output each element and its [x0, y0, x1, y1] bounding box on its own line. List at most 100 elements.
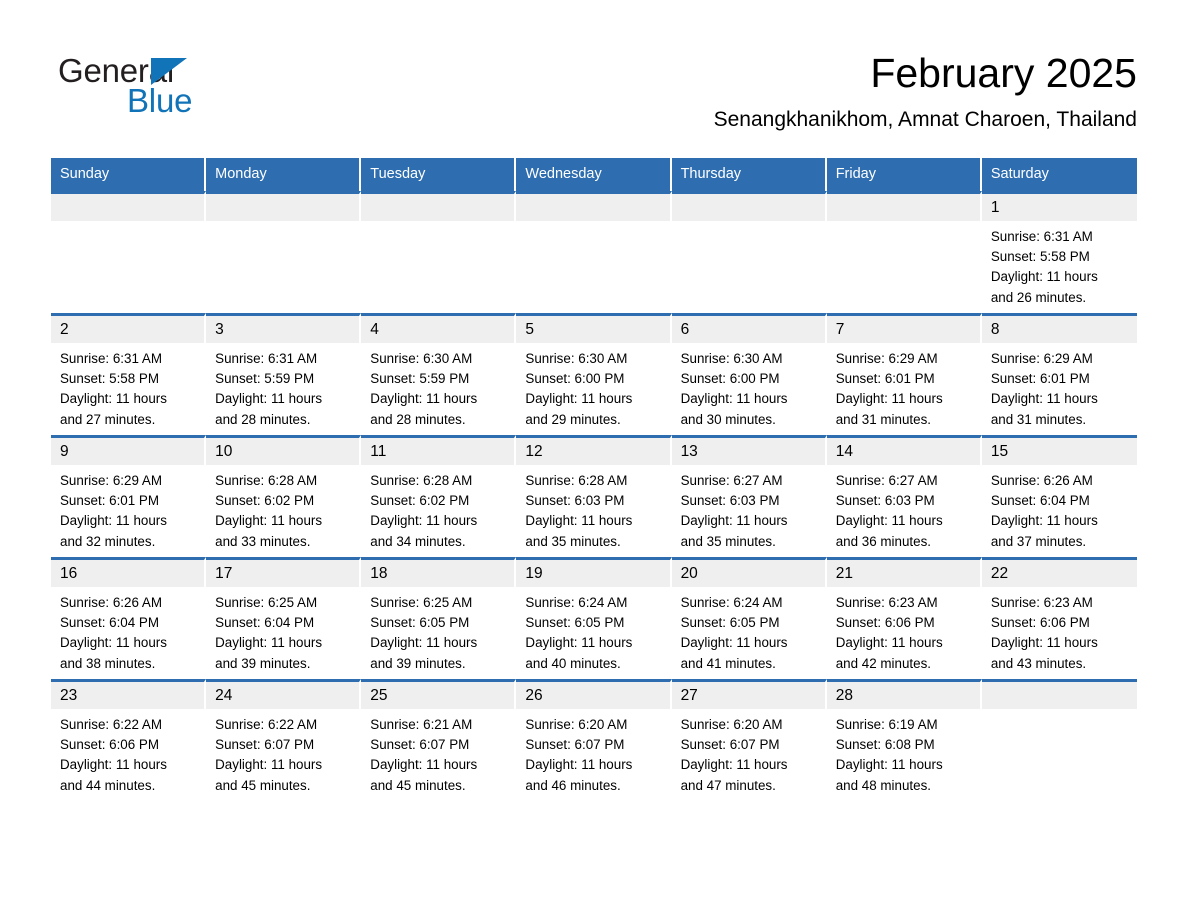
daylight-duration-line1: Daylight: 11 hours — [680, 757, 788, 773]
calendar-cell-day[interactable]: 14 Sunrise: 6:27 AM Sunset: 6:03 PM Dayligh… — [826, 435, 982, 557]
day-number: 5 — [525, 320, 535, 338]
calendar-cell-day[interactable]: 21 Sunrise: 6:23 AM Sunset: 6:06 PM Dayligh… — [826, 557, 982, 679]
calendar-week-row: 1 Sunrise: 6:31 AM Sunset: 5:58 PM Daylight… — [51, 191, 1137, 313]
calendar-cell-day[interactable]: 28 Sunrise: 6:19 AM Sunset: 6:08 PM Dayligh… — [826, 679, 982, 801]
calendar-cell-day[interactable]: 24 Sunrise: 6:22 AM Sunset: 6:07 PM Dayligh… — [206, 679, 362, 801]
calendar-cell-day[interactable]: 10 Sunrise: 6:28 AM Sunset: 6:02 PM Dayligh… — [206, 435, 362, 557]
calendar-cell-day[interactable]: 22 Sunrise: 6:23 AM Sunset: 6:06 PM Dayligh… — [981, 557, 1137, 679]
daylight-duration-line2: and 27 minutes. — [60, 411, 156, 427]
daylight-duration-line2: and 45 minutes. — [370, 777, 466, 793]
sunrise-time: Sunrise: 6:20 AM — [680, 717, 783, 732]
sunset-time: Sunset: 6:05 PM — [680, 615, 780, 631]
day-number-band: 3 — [206, 316, 360, 343]
day-details: Sunrise: 6:25 AM Sunset: 6:04 PM Daylight:… — [206, 587, 359, 674]
day-details: Sunrise: 6:25 AM Sunset: 6:05 PM Daylight:… — [361, 587, 514, 674]
sunset-time: Sunset: 6:04 PM — [60, 615, 159, 631]
calendar-cell-day[interactable]: 3 Sunrise: 6:31 AM Sunset: 5:59 PM Daylight… — [206, 313, 362, 435]
daylight-duration-line1: Daylight: 11 hours — [370, 635, 478, 651]
calendar-cell-empty — [981, 679, 1137, 801]
daylight-duration-line2: and 40 minutes. — [525, 655, 621, 671]
calendar-cell-day[interactable]: 8 Sunrise: 6:29 AM Sunset: 6:01 PM Daylight… — [981, 313, 1137, 435]
daylight-duration-line1: Daylight: 11 hours — [990, 391, 1098, 407]
daylight-duration-line1: Daylight: 11 hours — [990, 269, 1098, 285]
calendar-cell-day[interactable]: 7 Sunrise: 6:29 AM Sunset: 6:01 PM Daylight… — [826, 313, 982, 435]
calendar-cell-day[interactable]: 26 Sunrise: 6:20 AM Sunset: 6:07 PM Dayligh… — [516, 679, 672, 801]
calendar-cell-day[interactable]: 18 Sunrise: 6:25 AM Sunset: 6:05 PM Dayligh… — [361, 557, 517, 679]
calendar-cell-day[interactable]: 23 Sunrise: 6:22 AM Sunset: 6:06 PM Dayligh… — [51, 679, 207, 801]
calendar-cell-day[interactable]: 20 Sunrise: 6:24 AM Sunset: 6:05 PM Dayligh… — [671, 557, 827, 679]
day-details: Sunrise: 6:20 AM Sunset: 6:07 PM Daylight:… — [672, 709, 825, 796]
daylight-duration-line2: and 35 minutes. — [525, 533, 621, 549]
calendar-header-row: Sunday Monday Tuesday Wednesday Thursday… — [51, 158, 1137, 191]
daylight-duration-line2: and 43 minutes. — [990, 655, 1087, 671]
day-number-band — [206, 194, 360, 221]
calendar-cell-day[interactable]: 13 Sunrise: 6:27 AM Sunset: 6:03 PM Dayligh… — [671, 435, 827, 557]
sunrise-time: Sunrise: 6:23 AM — [990, 595, 1093, 610]
generalblue-logo[interactable]: General Blue — [58, 52, 358, 122]
sunrise-time: Sunrise: 6:21 AM — [370, 717, 473, 732]
calendar-cell-day[interactable]: 6 Sunrise: 6:30 AM Sunset: 6:00 PM Daylight… — [671, 313, 827, 435]
day-number: 28 — [835, 686, 853, 704]
calendar-week-row: 16 Sunrise: 6:26 AM Sunset: 6:04 PM Dayligh… — [51, 557, 1137, 679]
daylight-duration-line2: and 37 minutes. — [990, 533, 1087, 549]
calendar-cell-day[interactable]: 25 Sunrise: 6:21 AM Sunset: 6:07 PM Dayligh… — [361, 679, 517, 801]
sunset-time: Sunset: 6:02 PM — [370, 493, 470, 509]
calendar-week-row: 9 Sunrise: 6:29 AM Sunset: 6:01 PM Daylight… — [51, 435, 1137, 557]
calendar-cell-empty — [361, 191, 517, 313]
day-number-band: 16 — [51, 560, 205, 587]
page-header: General Blue February 2025 Senangkhanikh… — [0, 0, 1188, 152]
day-details: Sunrise: 6:28 AM Sunset: 6:02 PM Daylight:… — [206, 465, 359, 552]
daylight-duration-line2: and 47 minutes. — [680, 777, 776, 793]
calendar-cell-empty — [826, 191, 982, 313]
calendar-cell-day[interactable]: 27 Sunrise: 6:20 AM Sunset: 6:07 PM Dayligh… — [671, 679, 827, 801]
daylight-duration-line1: Daylight: 11 hours — [215, 635, 323, 651]
sunrise-time: Sunrise: 6:25 AM — [215, 595, 318, 610]
day-number: 17 — [215, 564, 233, 582]
daylight-duration-line1: Daylight: 11 hours — [835, 757, 943, 773]
day-details: Sunrise: 6:19 AM Sunset: 6:08 PM Daylight:… — [827, 709, 980, 796]
sunset-time: Sunset: 6:06 PM — [835, 615, 935, 631]
triangle-icon — [151, 58, 187, 85]
day-number: 15 — [990, 442, 1009, 460]
day-number-band: 25 — [361, 682, 515, 709]
calendar-cell-day[interactable]: 9 Sunrise: 6:29 AM Sunset: 6:01 PM Daylight… — [51, 435, 207, 557]
day-details: Sunrise: 6:30 AM Sunset: 5:59 PM Daylight:… — [361, 343, 514, 430]
sunset-time: Sunset: 6:00 PM — [525, 371, 625, 387]
sunset-time: Sunset: 6:07 PM — [525, 737, 625, 753]
calendar-cell-day[interactable]: 17 Sunrise: 6:25 AM Sunset: 6:04 PM Dayligh… — [206, 557, 362, 679]
daylight-duration-line1: Daylight: 11 hours — [990, 513, 1098, 529]
calendar-body: 1 Sunrise: 6:31 AM Sunset: 5:58 PM Daylight… — [51, 191, 1137, 801]
day-details: Sunrise: 6:20 AM Sunset: 6:07 PM Daylight:… — [516, 709, 669, 796]
calendar-cell-day[interactable]: 4 Sunrise: 6:30 AM Sunset: 5:59 PM Daylight… — [361, 313, 517, 435]
sunset-time: Sunset: 6:08 PM — [835, 737, 935, 753]
day-number-band: 2 — [51, 316, 205, 343]
daylight-duration-line2: and 31 minutes. — [990, 411, 1087, 427]
page-subtitle: Senangkhanikhom, Amnat Charoen, Thailand — [713, 108, 1137, 131]
calendar-cell-day[interactable]: 1 Sunrise: 6:31 AM Sunset: 5:58 PM Daylight… — [981, 191, 1137, 313]
daylight-duration-line2: and 36 minutes. — [835, 533, 931, 549]
calendar-cell-day[interactable]: 5 Sunrise: 6:30 AM Sunset: 6:00 PM Daylight… — [516, 313, 672, 435]
daylight-duration-line2: and 30 minutes. — [680, 411, 776, 427]
day-number: 11 — [370, 442, 387, 460]
daylight-duration-line2: and 39 minutes. — [215, 655, 311, 671]
sunrise-time: Sunrise: 6:28 AM — [370, 473, 473, 488]
calendar-cell-day[interactable]: 12 Sunrise: 6:28 AM Sunset: 6:03 PM Dayligh… — [516, 435, 672, 557]
day-number: 3 — [215, 320, 224, 338]
logo-text-blue: Blue — [127, 82, 193, 119]
daylight-duration-line2: and 34 minutes. — [370, 533, 466, 549]
calendar-cell-day[interactable]: 15 Sunrise: 6:26 AM Sunset: 6:04 PM Dayligh… — [981, 435, 1137, 557]
day-details: Sunrise: 6:24 AM Sunset: 6:05 PM Daylight:… — [672, 587, 825, 674]
day-details: Sunrise: 6:31 AM Sunset: 5:59 PM Daylight:… — [206, 343, 359, 430]
daylight-duration-line2: and 26 minutes. — [990, 289, 1087, 305]
calendar-cell-day[interactable]: 16 Sunrise: 6:26 AM Sunset: 6:04 PM Dayligh… — [51, 557, 207, 679]
sunset-time: Sunset: 6:01 PM — [990, 371, 1090, 387]
day-number: 10 — [215, 442, 233, 460]
calendar-cell-day[interactable]: 2 Sunrise: 6:31 AM Sunset: 5:58 PM Daylight… — [51, 313, 207, 435]
calendar-cell-day[interactable]: 19 Sunrise: 6:24 AM Sunset: 6:05 PM Dayligh… — [516, 557, 672, 679]
day-number: 7 — [835, 320, 845, 338]
calendar-cell-day[interactable]: 11 Sunrise: 6:28 AM Sunset: 6:02 PM Dayligh… — [361, 435, 517, 557]
sunrise-time: Sunrise: 6:27 AM — [835, 473, 938, 488]
daylight-duration-line2: and 41 minutes. — [680, 655, 776, 671]
day-details: Sunrise: 6:29 AM Sunset: 6:01 PM Daylight:… — [982, 343, 1137, 430]
day-number: 1 — [990, 198, 1000, 216]
